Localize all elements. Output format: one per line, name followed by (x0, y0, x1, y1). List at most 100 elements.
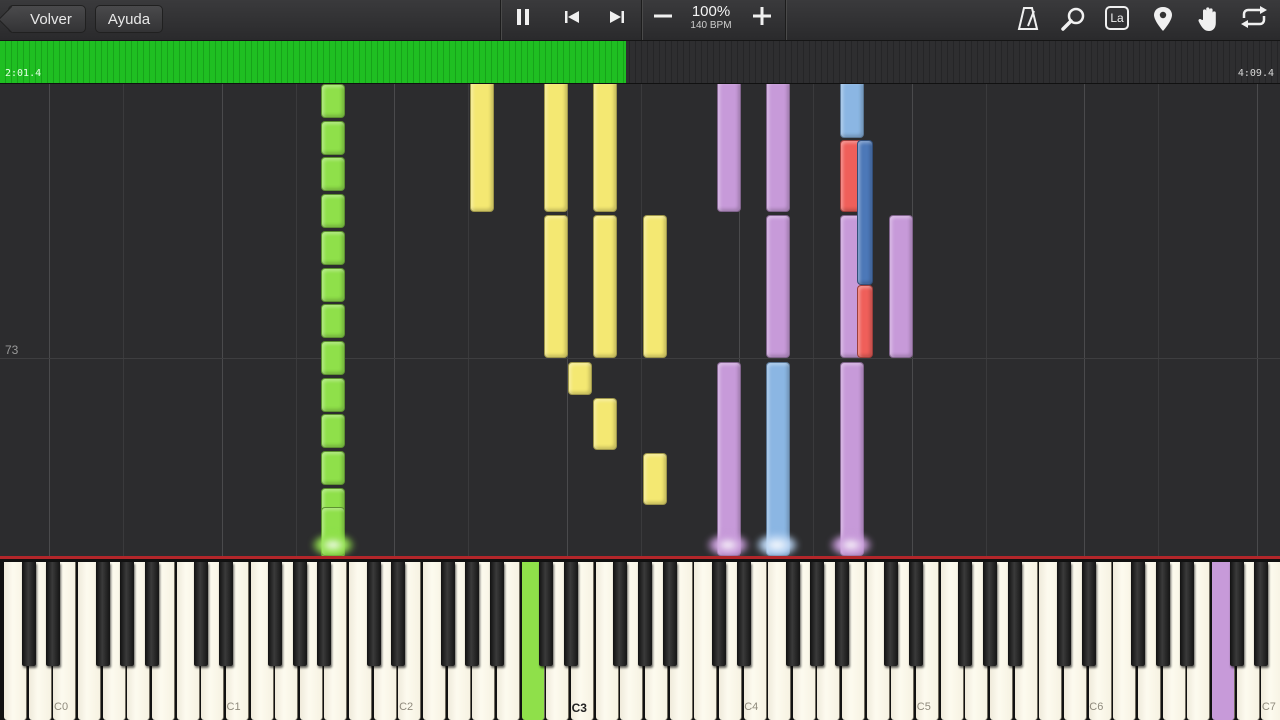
black-key[interactable] (490, 562, 504, 666)
black-key[interactable] (120, 562, 135, 666)
black-key[interactable] (391, 562, 406, 666)
black-key[interactable] (711, 562, 726, 666)
black-key[interactable] (1254, 562, 1269, 666)
black-key[interactable] (563, 562, 578, 666)
note-bar (857, 285, 873, 358)
octave-label: C2 (399, 701, 414, 713)
measure-line (0, 358, 1280, 359)
black-key[interactable] (1229, 562, 1244, 666)
black-key[interactable] (268, 562, 283, 666)
grid-line (640, 84, 642, 556)
toolbar: Volver Ayuda 100% 140 BPM La (0, 0, 1280, 41)
black-key[interactable] (637, 562, 652, 666)
piano-keyboard[interactable]: C0 C1 C2 C3 C4 C5 C6 C7 (0, 556, 1280, 720)
black-key[interactable] (613, 562, 628, 666)
note-bar (766, 362, 790, 556)
black-key[interactable] (909, 562, 924, 666)
black-key[interactable] (95, 562, 110, 666)
location-icon[interactable] (1150, 6, 1176, 34)
black-key[interactable] (317, 562, 332, 666)
octave-label: C4 (744, 701, 759, 713)
note-bar (717, 362, 741, 556)
black-key[interactable] (144, 562, 159, 666)
black-key[interactable] (1056, 562, 1071, 666)
black-key[interactable] (366, 562, 381, 666)
black-key[interactable] (539, 562, 554, 666)
metronome-icon[interactable] (1015, 6, 1041, 34)
key-hit-glow (828, 532, 874, 556)
note-bar (593, 215, 617, 358)
note-bar (321, 414, 345, 449)
note-bar (643, 215, 667, 358)
note-bar (321, 304, 345, 339)
key-hit-glow (754, 532, 800, 556)
grid-line (468, 84, 470, 556)
toolbar-divider (500, 0, 502, 40)
note-bar (321, 267, 345, 302)
black-key[interactable] (1007, 562, 1022, 666)
note-bar (643, 453, 667, 505)
octave-label: C3 (571, 701, 587, 715)
note-bar (857, 140, 873, 285)
hand-icon[interactable] (1195, 6, 1223, 34)
black-key[interactable] (218, 562, 233, 666)
black-key[interactable] (1081, 562, 1096, 666)
grid-line (1084, 84, 1086, 556)
note-bar (470, 84, 494, 212)
black-key[interactable] (46, 562, 61, 666)
grid-line (295, 84, 297, 556)
note-bar (544, 215, 568, 358)
note-label-icon[interactable]: La (1104, 6, 1132, 34)
note-bar (321, 84, 345, 118)
black-key[interactable] (835, 562, 850, 666)
octave-label: C6 (1089, 701, 1104, 713)
black-key[interactable] (194, 562, 209, 666)
toolbar-divider (785, 0, 787, 40)
black-key[interactable] (1180, 562, 1195, 666)
octave-label: C5 (916, 701, 931, 713)
note-bar (321, 340, 345, 375)
grid-line (394, 84, 396, 556)
measure-number: 73 (5, 343, 19, 357)
octave-label: C7 (1261, 701, 1276, 713)
black-key[interactable] (1155, 562, 1170, 666)
black-key[interactable] (983, 562, 997, 666)
black-key[interactable] (810, 562, 825, 666)
black-key[interactable] (440, 562, 455, 666)
black-key[interactable] (292, 562, 307, 666)
note-bar (321, 120, 345, 155)
black-key[interactable] (785, 562, 800, 666)
grid-line (1158, 84, 1160, 556)
black-key[interactable] (465, 562, 480, 666)
octave-label: C1 (226, 701, 241, 713)
speed-display: 100% 140 BPM (685, 4, 737, 32)
grid-line (813, 84, 815, 556)
black-key[interactable] (662, 562, 677, 666)
zoom-icon[interactable] (1059, 6, 1087, 34)
pause-icon[interactable] (511, 6, 535, 34)
skip-forward-icon[interactable] (605, 6, 629, 34)
plus-icon[interactable] (750, 6, 774, 34)
black-key[interactable] (21, 562, 36, 666)
note-bar (766, 215, 790, 358)
total-time: 4:09.4 (1237, 68, 1274, 79)
minus-icon[interactable] (651, 6, 675, 34)
loop-icon[interactable] (1239, 6, 1269, 34)
note-bar (321, 377, 345, 412)
song-progress-bar[interactable]: 2:01.4 4:09.4 (0, 41, 1280, 84)
note-bar (593, 84, 617, 212)
back-button[interactable]: Volver (8, 5, 86, 33)
note-bar (717, 84, 741, 212)
skip-back-icon[interactable] (560, 6, 584, 34)
black-key[interactable] (958, 562, 973, 666)
black-key[interactable] (884, 562, 899, 666)
note-label-icon-text: La (1105, 6, 1129, 30)
note-bar (593, 398, 617, 450)
black-key[interactable] (1130, 562, 1145, 666)
note-bar (321, 451, 345, 485)
help-button[interactable]: Ayuda (95, 5, 163, 33)
grid-line (1256, 84, 1258, 556)
speed-percent: 100% (691, 3, 731, 20)
progress-fill (0, 41, 626, 83)
black-key[interactable] (736, 562, 751, 666)
